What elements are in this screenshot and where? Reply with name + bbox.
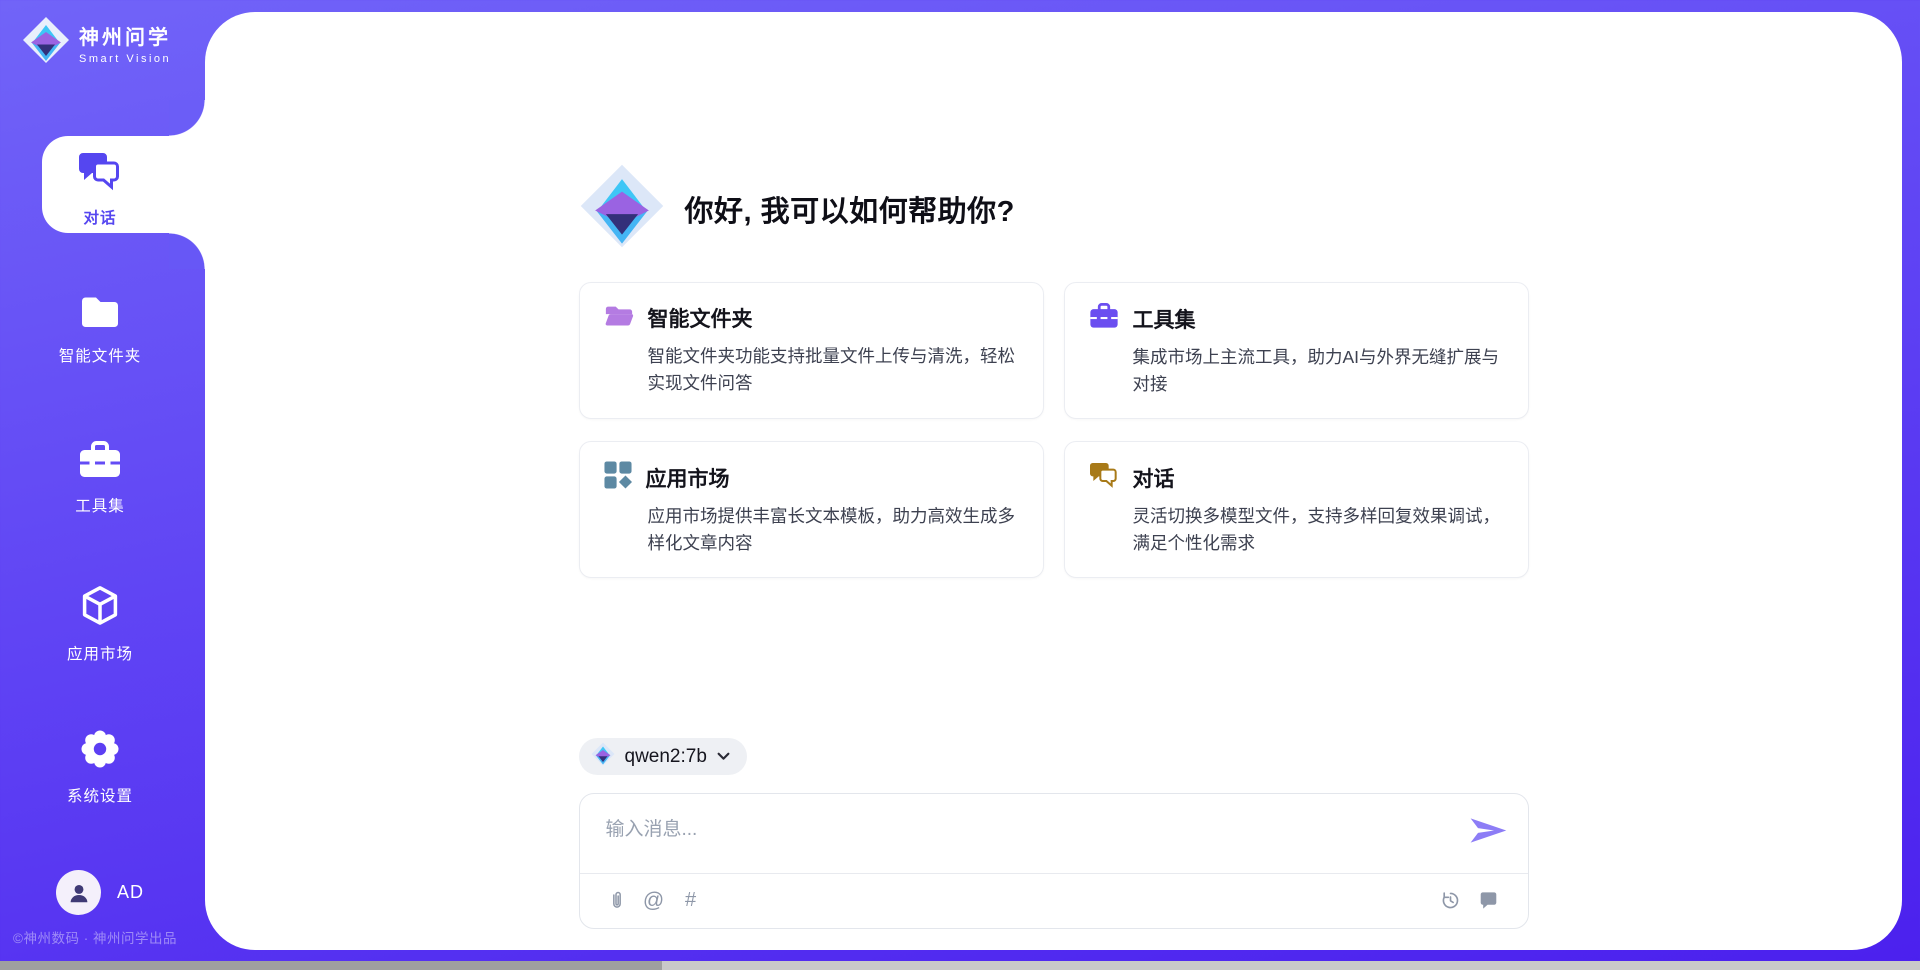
brand-logo: 神州问学 Smart Vision xyxy=(22,16,171,69)
horizontal-scrollbar xyxy=(0,961,1920,970)
sidebar-item-label: 应用市场 xyxy=(67,642,133,664)
attach-icon[interactable] xyxy=(606,890,628,912)
sidebar-item-label: 工具集 xyxy=(75,494,125,516)
app-window: 神州问学 Smart Vision 对话 智能 xyxy=(0,0,1920,970)
feature-cards: 智能文件夹 智能文件夹功能支持批量文件上传与清洗，轻松实现文件问答 xyxy=(579,282,1529,578)
user-avatar xyxy=(56,870,101,915)
card-smart-folder[interactable]: 智能文件夹 智能文件夹功能支持批量文件上传与清洗，轻松实现文件问答 xyxy=(579,282,1044,419)
brand-name-cn: 神州问学 xyxy=(79,21,171,50)
user-account[interactable]: AD xyxy=(56,870,144,915)
cube-icon xyxy=(78,584,122,633)
sidebar-item-label: 系统设置 xyxy=(67,784,133,806)
brand-text: 神州问学 Smart Vision xyxy=(79,21,171,65)
folder-icon xyxy=(79,294,121,335)
mention-icon[interactable]: @ xyxy=(643,890,665,912)
copyright-text: ©神州数码 · 神州问学出品 xyxy=(13,927,177,947)
card-description: 智能文件夹功能支持批量文件上传与清洗，轻松实现文件问答 xyxy=(648,343,1019,396)
message-composer: @ # xyxy=(579,793,1529,929)
history-icon[interactable] xyxy=(1440,890,1462,912)
sidebar-item-settings[interactable]: 系统设置 xyxy=(0,728,200,806)
card-chat[interactable]: 对话 灵活切换多模型文件，支持多样回复效果调试，满足个性化需求 xyxy=(1064,441,1529,578)
card-description: 应用市场提供丰富长文本模板，助力高效生成多样化文章内容 xyxy=(648,503,1019,556)
toolbox-icon xyxy=(78,440,122,485)
greeting-title: 你好, 我可以如何帮助你? xyxy=(685,188,1015,230)
diamond-logo-icon xyxy=(579,163,665,254)
scrollbar-thumb[interactable] xyxy=(0,961,662,970)
model-selector[interactable]: qwen2:7b xyxy=(579,738,747,775)
card-app-market[interactable]: 应用市场 应用市场提供丰富长文本模板，助力高效生成多样化文章内容 xyxy=(579,441,1044,578)
chat-icon xyxy=(78,150,122,197)
active-tab-fillet-top xyxy=(169,100,205,136)
chevron-down-icon xyxy=(717,748,730,766)
sidebar-item-toolset[interactable]: 工具集 xyxy=(0,440,200,516)
message-input[interactable] xyxy=(606,814,1920,864)
greeting-block: 你好, 我可以如何帮助你? xyxy=(579,163,1529,254)
brand-name-en: Smart Vision xyxy=(79,53,171,65)
app-grid-icon xyxy=(604,461,632,494)
card-title: 应用市场 xyxy=(646,463,730,493)
chat-icon xyxy=(1089,461,1119,494)
hash-icon[interactable]: # xyxy=(680,890,702,912)
user-name: AD xyxy=(117,882,144,903)
diamond-logo-icon xyxy=(22,16,70,69)
toolbox-icon xyxy=(1089,302,1119,335)
sidebar-item-label: 智能文件夹 xyxy=(59,344,142,366)
main-content-area: 你好, 我可以如何帮助你? 智能文件夹 智能文件夹功能支持批量文件上传与清洗，轻… xyxy=(205,12,1902,950)
sidebar: 神州问学 Smart Vision 对话 智能 xyxy=(0,0,205,970)
sidebar-item-app-market[interactable]: 应用市场 xyxy=(0,584,200,664)
folder-open-icon xyxy=(604,302,634,334)
sidebar-item-label: 对话 xyxy=(83,206,116,228)
card-title: 对话 xyxy=(1133,463,1175,493)
gear-icon xyxy=(79,728,121,775)
comment-icon[interactable] xyxy=(1478,890,1500,912)
card-title: 工具集 xyxy=(1133,304,1196,334)
card-description: 灵活切换多模型文件，支持多样回复效果调试，满足个性化需求 xyxy=(1133,503,1504,556)
send-icon[interactable] xyxy=(1468,815,1508,851)
composer-toolbar: @ # xyxy=(580,873,1528,928)
diamond-logo-icon xyxy=(591,742,615,771)
card-title: 智能文件夹 xyxy=(648,303,753,333)
sidebar-item-smart-folder[interactable]: 智能文件夹 xyxy=(0,294,200,366)
active-tab-fillet-bottom xyxy=(169,233,205,269)
sidebar-item-chat[interactable]: 对话 xyxy=(0,150,200,228)
card-toolset[interactable]: 工具集 集成市场上主流工具，助力AI与外界无缝扩展与对接 xyxy=(1064,282,1529,419)
model-name: qwen2:7b xyxy=(625,746,707,768)
card-description: 集成市场上主流工具，助力AI与外界无缝扩展与对接 xyxy=(1133,344,1504,397)
